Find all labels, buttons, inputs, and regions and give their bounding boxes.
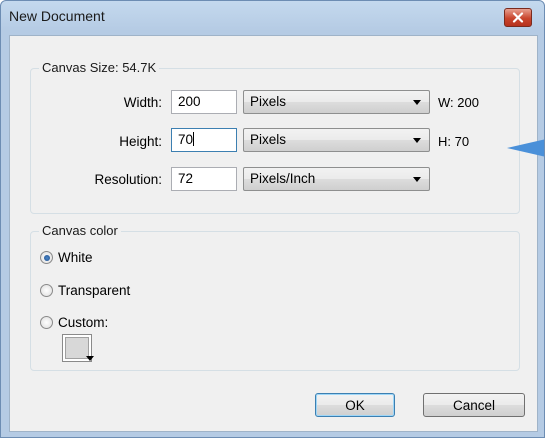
radio-transparent[interactable]: Transparent	[40, 283, 130, 298]
close-icon	[512, 12, 524, 23]
radio-custom[interactable]: Custom:	[40, 315, 108, 330]
width-input[interactable]: 200	[171, 90, 237, 114]
canvas-color-legend: Canvas color	[39, 223, 121, 238]
canvas-size-legend: Canvas Size: 54.7K	[39, 60, 160, 75]
chevron-down-icon	[413, 138, 421, 143]
dialog-body: Canvas Size: 54.7K Width: 200 Pixels W: …	[9, 35, 538, 432]
text-caret	[193, 132, 195, 146]
height-unit-select[interactable]: Pixels	[243, 128, 430, 152]
width-readout: W: 200	[438, 95, 479, 110]
radio-button[interactable]	[40, 284, 53, 297]
height-input[interactable]: 70	[171, 128, 237, 152]
title-bar[interactable]: New Document	[1, 1, 544, 34]
cancel-button-label: Cancel	[452, 397, 496, 413]
close-button[interactable]	[504, 8, 532, 27]
radio-button[interactable]	[40, 316, 53, 329]
resolution-value: 72	[178, 171, 194, 186]
chevron-down-icon	[413, 177, 421, 182]
custom-color-swatch[interactable]	[62, 334, 94, 362]
radio-white-label: White	[58, 250, 93, 265]
chevron-down-icon	[86, 356, 94, 361]
width-unit-value: Pixels	[250, 94, 287, 109]
height-unit-value: Pixels	[250, 132, 287, 147]
height-label: Height:	[119, 134, 162, 149]
resolution-label: Resolution:	[94, 172, 162, 187]
resolution-unit-value: Pixels/Inch	[250, 171, 316, 186]
ok-button-label: OK	[345, 397, 365, 413]
radio-transparent-label: Transparent	[58, 283, 131, 298]
width-value: 200	[178, 94, 201, 109]
ok-button[interactable]: OK	[315, 393, 395, 417]
radio-button-checked[interactable]	[40, 251, 53, 264]
radio-custom-label: Custom:	[58, 315, 109, 330]
canvas-color-group: Canvas color	[30, 223, 520, 371]
chevron-down-icon	[413, 100, 421, 105]
dialog-title: New Document	[9, 8, 105, 24]
resolution-unit-select[interactable]: Pixels/Inch	[243, 167, 430, 191]
pointer-arrow-icon	[507, 139, 544, 157]
width-label: Width:	[123, 95, 162, 110]
height-value: 70	[178, 132, 194, 147]
resolution-input[interactable]: 72	[171, 167, 237, 191]
width-unit-select[interactable]: Pixels	[243, 90, 430, 114]
height-readout: H: 70	[438, 134, 470, 149]
new-document-dialog: New Document Canvas Size: 54.7K Width: 2…	[0, 0, 545, 438]
radio-white[interactable]: White	[40, 250, 93, 265]
cancel-button[interactable]: Cancel	[423, 393, 525, 417]
